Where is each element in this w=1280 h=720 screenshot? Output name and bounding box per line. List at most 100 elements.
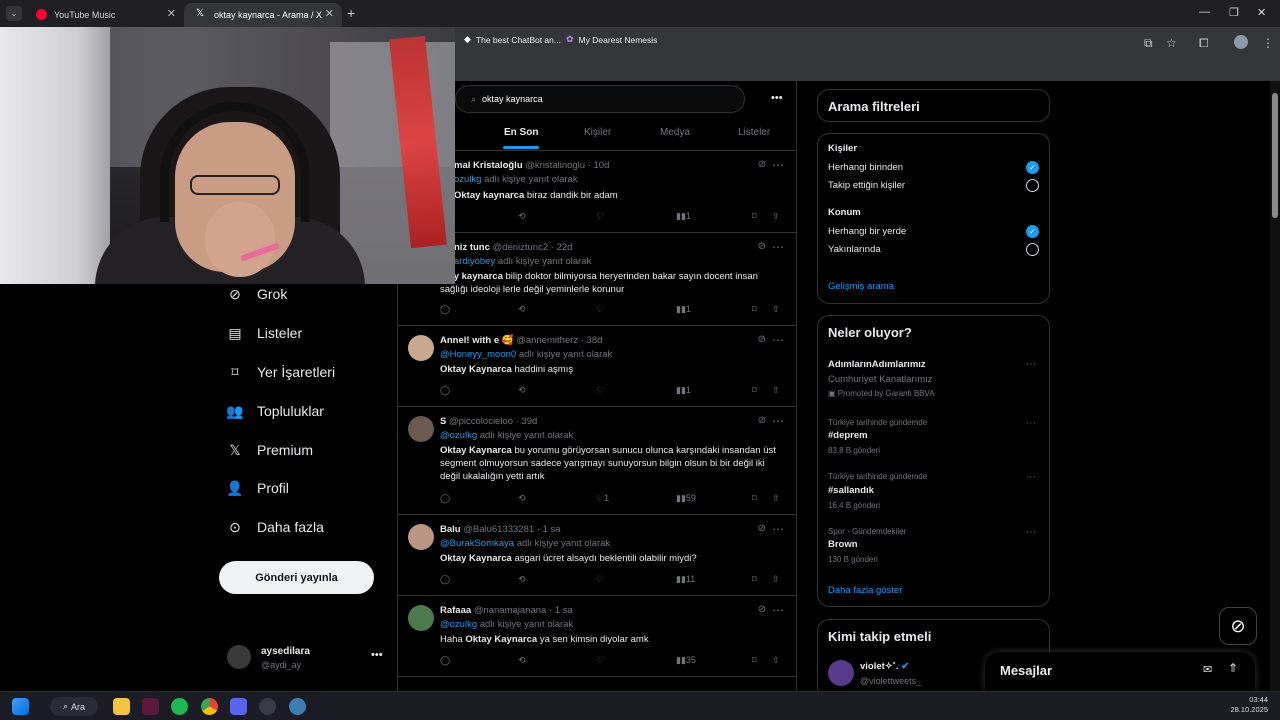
app-icon[interactable]	[289, 698, 306, 715]
scrollbar-thumb[interactable]	[1272, 93, 1278, 218]
advanced-search-link[interactable]: Gelişmiş arama	[828, 281, 894, 292]
filter-anywhere-label[interactable]: Herhangi bir yerde	[828, 226, 906, 237]
post[interactable]: Balu @Balu61333281 · 1 sa @BurakSomkaya …	[398, 516, 796, 596]
bookmark-icon[interactable]: ⌑	[752, 304, 757, 315]
like-icon[interactable]: ♡	[596, 574, 604, 585]
mention-link[interactable]: ardiyobey	[454, 256, 495, 267]
avatar[interactable]	[408, 605, 434, 631]
post-more-icon[interactable]: ⋯	[772, 603, 784, 617]
mention-link[interactable]: @ozulkg	[440, 430, 477, 441]
retweet-icon[interactable]: ⟲	[518, 655, 526, 666]
grok-icon[interactable]: ⊘	[758, 159, 766, 170]
nav-more[interactable]: ⊙ Daha fazla	[227, 515, 324, 539]
grok-icon[interactable]: ⊘	[758, 604, 766, 615]
mention-link[interactable]: ozulkg	[454, 174, 481, 185]
post-more-icon[interactable]: ⋯	[772, 158, 784, 172]
post[interactable]: S @piccolocieloo · 39d @ozulkg adlı kişi…	[398, 408, 796, 515]
grok-icon[interactable]: ⊘	[758, 241, 766, 252]
reply-icon[interactable]: ◯	[440, 385, 450, 396]
views-icon[interactable]: ▮▮ 1	[676, 304, 691, 315]
post[interactable]: Annel! with e 🥰 @annemitherz · 38d @Hone…	[398, 327, 796, 407]
radio-following[interactable]	[1026, 179, 1039, 192]
messages-drawer[interactable]: Mesajlar ✉ ⇑	[985, 652, 1255, 692]
close-tab-icon[interactable]: ✕	[325, 7, 334, 20]
reply-icon[interactable]: ◯	[440, 493, 450, 504]
like-icon[interactable]: ♡	[596, 385, 604, 396]
new-message-icon[interactable]: ✉	[1203, 663, 1212, 676]
account-more-icon[interactable]: •••	[371, 649, 383, 661]
app-icon[interactable]	[142, 698, 159, 715]
post[interactable]: mal Kristaloğlu @kristalinoglu · 10d ozu…	[398, 152, 796, 233]
post-more-icon[interactable]: ⋯	[772, 333, 784, 347]
share-icon[interactable]: ⇧	[772, 655, 780, 666]
tab-media[interactable]: Medya	[660, 127, 690, 138]
page-scrollbar[interactable]	[1270, 81, 1280, 691]
reply-icon[interactable]: ◯	[440, 304, 450, 315]
retweet-icon[interactable]: ⟲	[518, 385, 526, 396]
close-tab-icon[interactable]: ✕	[167, 7, 176, 20]
share-icon[interactable]: ⇧	[772, 211, 780, 222]
like-icon[interactable]: ♡ 1	[596, 493, 609, 504]
tab-latest[interactable]: En Son	[504, 127, 538, 138]
tab-search-icon[interactable]: ⌄	[6, 6, 22, 21]
grok-icon[interactable]: ⊘	[758, 334, 766, 345]
clock-date[interactable]: 28.10.2025	[1222, 705, 1268, 714]
post-button[interactable]: Gönderi yayınla	[219, 561, 374, 594]
retweet-icon[interactable]: ⟲	[518, 304, 526, 315]
radio-anyone-checked[interactable]: ✓	[1026, 161, 1039, 174]
avatar[interactable]	[408, 416, 434, 442]
filter-following-label[interactable]: Takip ettiğin kişiler	[828, 180, 905, 191]
mention-link[interactable]: @BurakSomkaya	[440, 538, 514, 549]
chrome-icon[interactable]	[201, 698, 218, 715]
discord-icon[interactable]	[230, 698, 247, 715]
post[interactable]: niz tunc @deniztunc2 · 22d ardiyobey adl…	[398, 234, 796, 326]
nav-lists[interactable]: ▤ Listeler	[227, 321, 302, 345]
cast-icon[interactable]: ⧉	[1144, 36, 1153, 51]
spotify-icon[interactable]	[171, 698, 188, 715]
retweet-icon[interactable]: ⟲	[518, 493, 526, 504]
tab-youtube-music[interactable]: YouTube Music ✕	[24, 3, 184, 27]
promo-name[interactable]: AdımlarınAdımlarımız	[828, 359, 926, 370]
tab-people[interactable]: Kişiler	[584, 127, 611, 138]
mention-link[interactable]: @ozulkg	[440, 619, 477, 630]
grok-floating-button[interactable]: ⊘	[1219, 607, 1257, 645]
radio-anywhere-checked[interactable]: ✓	[1026, 225, 1039, 238]
trend-more-icon[interactable]: ⋯	[1026, 359, 1036, 370]
filter-nearby-label[interactable]: Yakınlarında	[828, 244, 881, 255]
close-window-icon[interactable]: ✕	[1257, 6, 1266, 19]
grok-icon[interactable]: ⊘	[758, 523, 766, 534]
expand-icon[interactable]: ⇑	[1228, 661, 1238, 675]
maximize-icon[interactable]: ❐	[1229, 6, 1239, 19]
views-icon[interactable]: ▮▮ 1	[676, 385, 691, 396]
like-icon[interactable]: ♡	[596, 655, 604, 666]
trend-name[interactable]: #deprem	[828, 430, 868, 441]
share-icon[interactable]: ⇧	[772, 304, 780, 315]
search-more-icon[interactable]: •••	[771, 92, 783, 104]
nav-bookmarks[interactable]: ⌑ Yer İşaretleri	[227, 360, 335, 384]
nav-profile[interactable]: 👤 Profil	[226, 476, 289, 500]
tab-lists[interactable]: Listeler	[738, 127, 770, 138]
trend-name[interactable]: Brown	[828, 539, 858, 550]
file-explorer-icon[interactable]	[113, 698, 130, 715]
trend-name[interactable]: #sallandık	[828, 485, 874, 496]
new-tab-button[interactable]: +	[347, 5, 355, 21]
tab-x-search[interactable]: 𝕏 oktay kaynarca - Arama / X ✕	[184, 3, 342, 27]
filter-anyone-label[interactable]: Herhangi birinden	[828, 162, 903, 173]
trend-more-icon[interactable]: ⋯	[1026, 472, 1036, 483]
bookmark-icon[interactable]: ⌑	[752, 574, 757, 585]
obs-icon[interactable]	[259, 698, 276, 715]
bookmark-icon[interactable]: ⌑	[752, 493, 757, 504]
share-icon[interactable]: ⇧	[772, 574, 780, 585]
trend-more-icon[interactable]: ⋯	[1026, 418, 1036, 429]
account-switcher[interactable]: aysedilara @aydi_ay •••	[227, 643, 387, 675]
taskbar-search[interactable]: ⌕ Ara	[50, 697, 98, 716]
share-icon[interactable]: ⇧	[772, 385, 780, 396]
minimize-icon[interactable]: —	[1199, 6, 1210, 18]
bookmark-icon[interactable]: ⌑	[752, 655, 757, 666]
views-icon[interactable]: ▮▮ 11	[676, 574, 695, 585]
nav-communities[interactable]: 👥 Topluluklar	[226, 399, 324, 423]
views-icon[interactable]: ▮▮ 35	[676, 655, 696, 666]
show-more-link[interactable]: Daha fazla göster	[828, 585, 902, 596]
bookmark-icon[interactable]: ⌑	[752, 211, 757, 222]
mention-link[interactable]: @Honeyy_moon0	[440, 349, 516, 360]
